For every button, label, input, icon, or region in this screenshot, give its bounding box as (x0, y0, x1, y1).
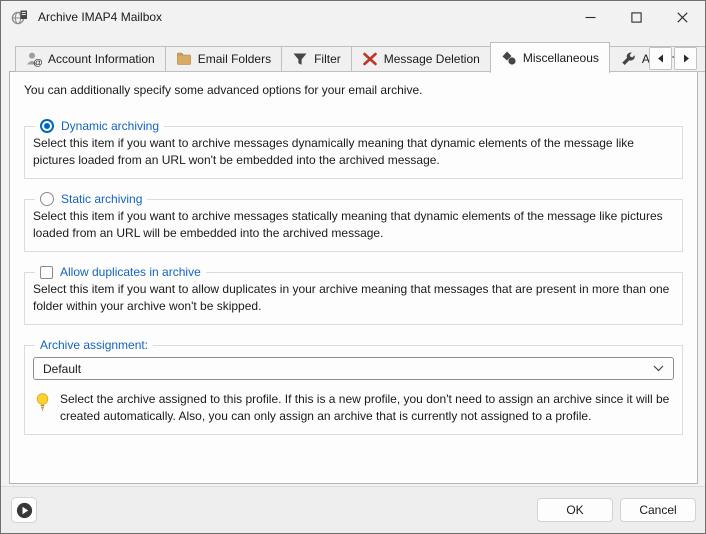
allow-duplicates-option[interactable]: Allow duplicates in archive (35, 265, 206, 279)
allow-duplicates-checkbox[interactable] (40, 266, 53, 279)
maximize-button[interactable] (613, 1, 659, 33)
wrench-icon (620, 51, 636, 67)
option-description: Select this item if you want to allow du… (33, 280, 674, 315)
static-archiving-group: Static archiving Select this item if you… (24, 192, 683, 252)
footer-bar: OK Cancel (1, 486, 705, 533)
run-profile-button[interactable] (11, 497, 37, 523)
cancel-button[interactable]: Cancel (620, 498, 696, 522)
tab-strip: @ Account Information Email Folders Filt… (15, 42, 706, 72)
option-label[interactable]: Static archiving (61, 192, 142, 206)
archive-assignment-tip: Select the archive assigned to this prof… (33, 389, 674, 425)
minimize-button[interactable] (567, 1, 613, 33)
static-archiving-option[interactable]: Static archiving (35, 192, 147, 206)
archive-imap4-mailbox-dialog: Archive IMAP4 Mailbox @ Account Informat… (0, 0, 706, 534)
option-label[interactable]: Allow duplicates in archive (60, 265, 201, 279)
play-icon (16, 502, 33, 519)
arrow-right-icon (682, 54, 690, 63)
miscellaneous-icon (501, 50, 517, 66)
account-at-icon: @ (26, 51, 42, 67)
option-label[interactable]: Dynamic archiving (61, 119, 159, 133)
option-description: Select this item if you want to archive … (33, 207, 674, 242)
scroll-tabs-left-button[interactable] (649, 47, 672, 70)
tab-label: Email Folders (198, 52, 271, 66)
option-description: Select this item if you want to archive … (33, 134, 674, 169)
allow-duplicates-group: Allow duplicates in archive Select this … (24, 265, 683, 325)
tab-label: Message Deletion (384, 52, 480, 66)
archive-assignment-dropdown[interactable]: Default (33, 357, 674, 380)
tab-miscellaneous[interactable]: Miscellaneous (490, 42, 610, 73)
archive-assignment-group: Archive assignment: Default Select the a… (24, 338, 683, 435)
close-icon (677, 12, 688, 23)
dropdown-value: Default (43, 362, 81, 376)
tab-email-folders[interactable]: Email Folders (165, 46, 282, 72)
tab-message-deletion[interactable]: Message Deletion (351, 46, 491, 72)
svg-text:@: @ (33, 58, 42, 68)
scroll-tabs-right-button[interactable] (674, 47, 697, 70)
dynamic-archiving-radio[interactable] (40, 119, 54, 133)
red-x-icon (362, 51, 378, 67)
dynamic-archiving-group: Dynamic archiving Select this item if yo… (24, 119, 683, 179)
tab-label: Filter (314, 52, 341, 66)
close-button[interactable] (659, 1, 705, 33)
tab-account-information[interactable]: @ Account Information (15, 46, 166, 72)
static-archiving-radio[interactable] (40, 192, 54, 206)
tip-text: Select the archive assigned to this prof… (60, 391, 674, 425)
window-title: Archive IMAP4 Mailbox (38, 10, 162, 24)
minimize-icon (585, 12, 596, 23)
chevron-down-icon (653, 365, 664, 372)
folder-icon (176, 51, 192, 67)
archive-assignment-label: Archive assignment: (35, 338, 153, 352)
funnel-icon (292, 51, 308, 67)
dynamic-archiving-option[interactable]: Dynamic archiving (35, 119, 164, 133)
intro-text: You can additionally specify some advanc… (24, 83, 683, 97)
tab-label: Miscellaneous (523, 51, 599, 65)
tab-filter[interactable]: Filter (281, 46, 352, 72)
title-bar: Archive IMAP4 Mailbox (1, 1, 705, 33)
lightbulb-icon (35, 393, 50, 412)
mailbox-globe-icon (11, 9, 28, 26)
maximize-icon (631, 12, 642, 23)
tab-label: Account Information (48, 52, 155, 66)
ok-button[interactable]: OK (537, 498, 613, 522)
arrow-left-icon (657, 54, 665, 63)
tab-content-miscellaneous: You can additionally specify some advanc… (9, 71, 698, 484)
tab-scroller (649, 47, 697, 70)
